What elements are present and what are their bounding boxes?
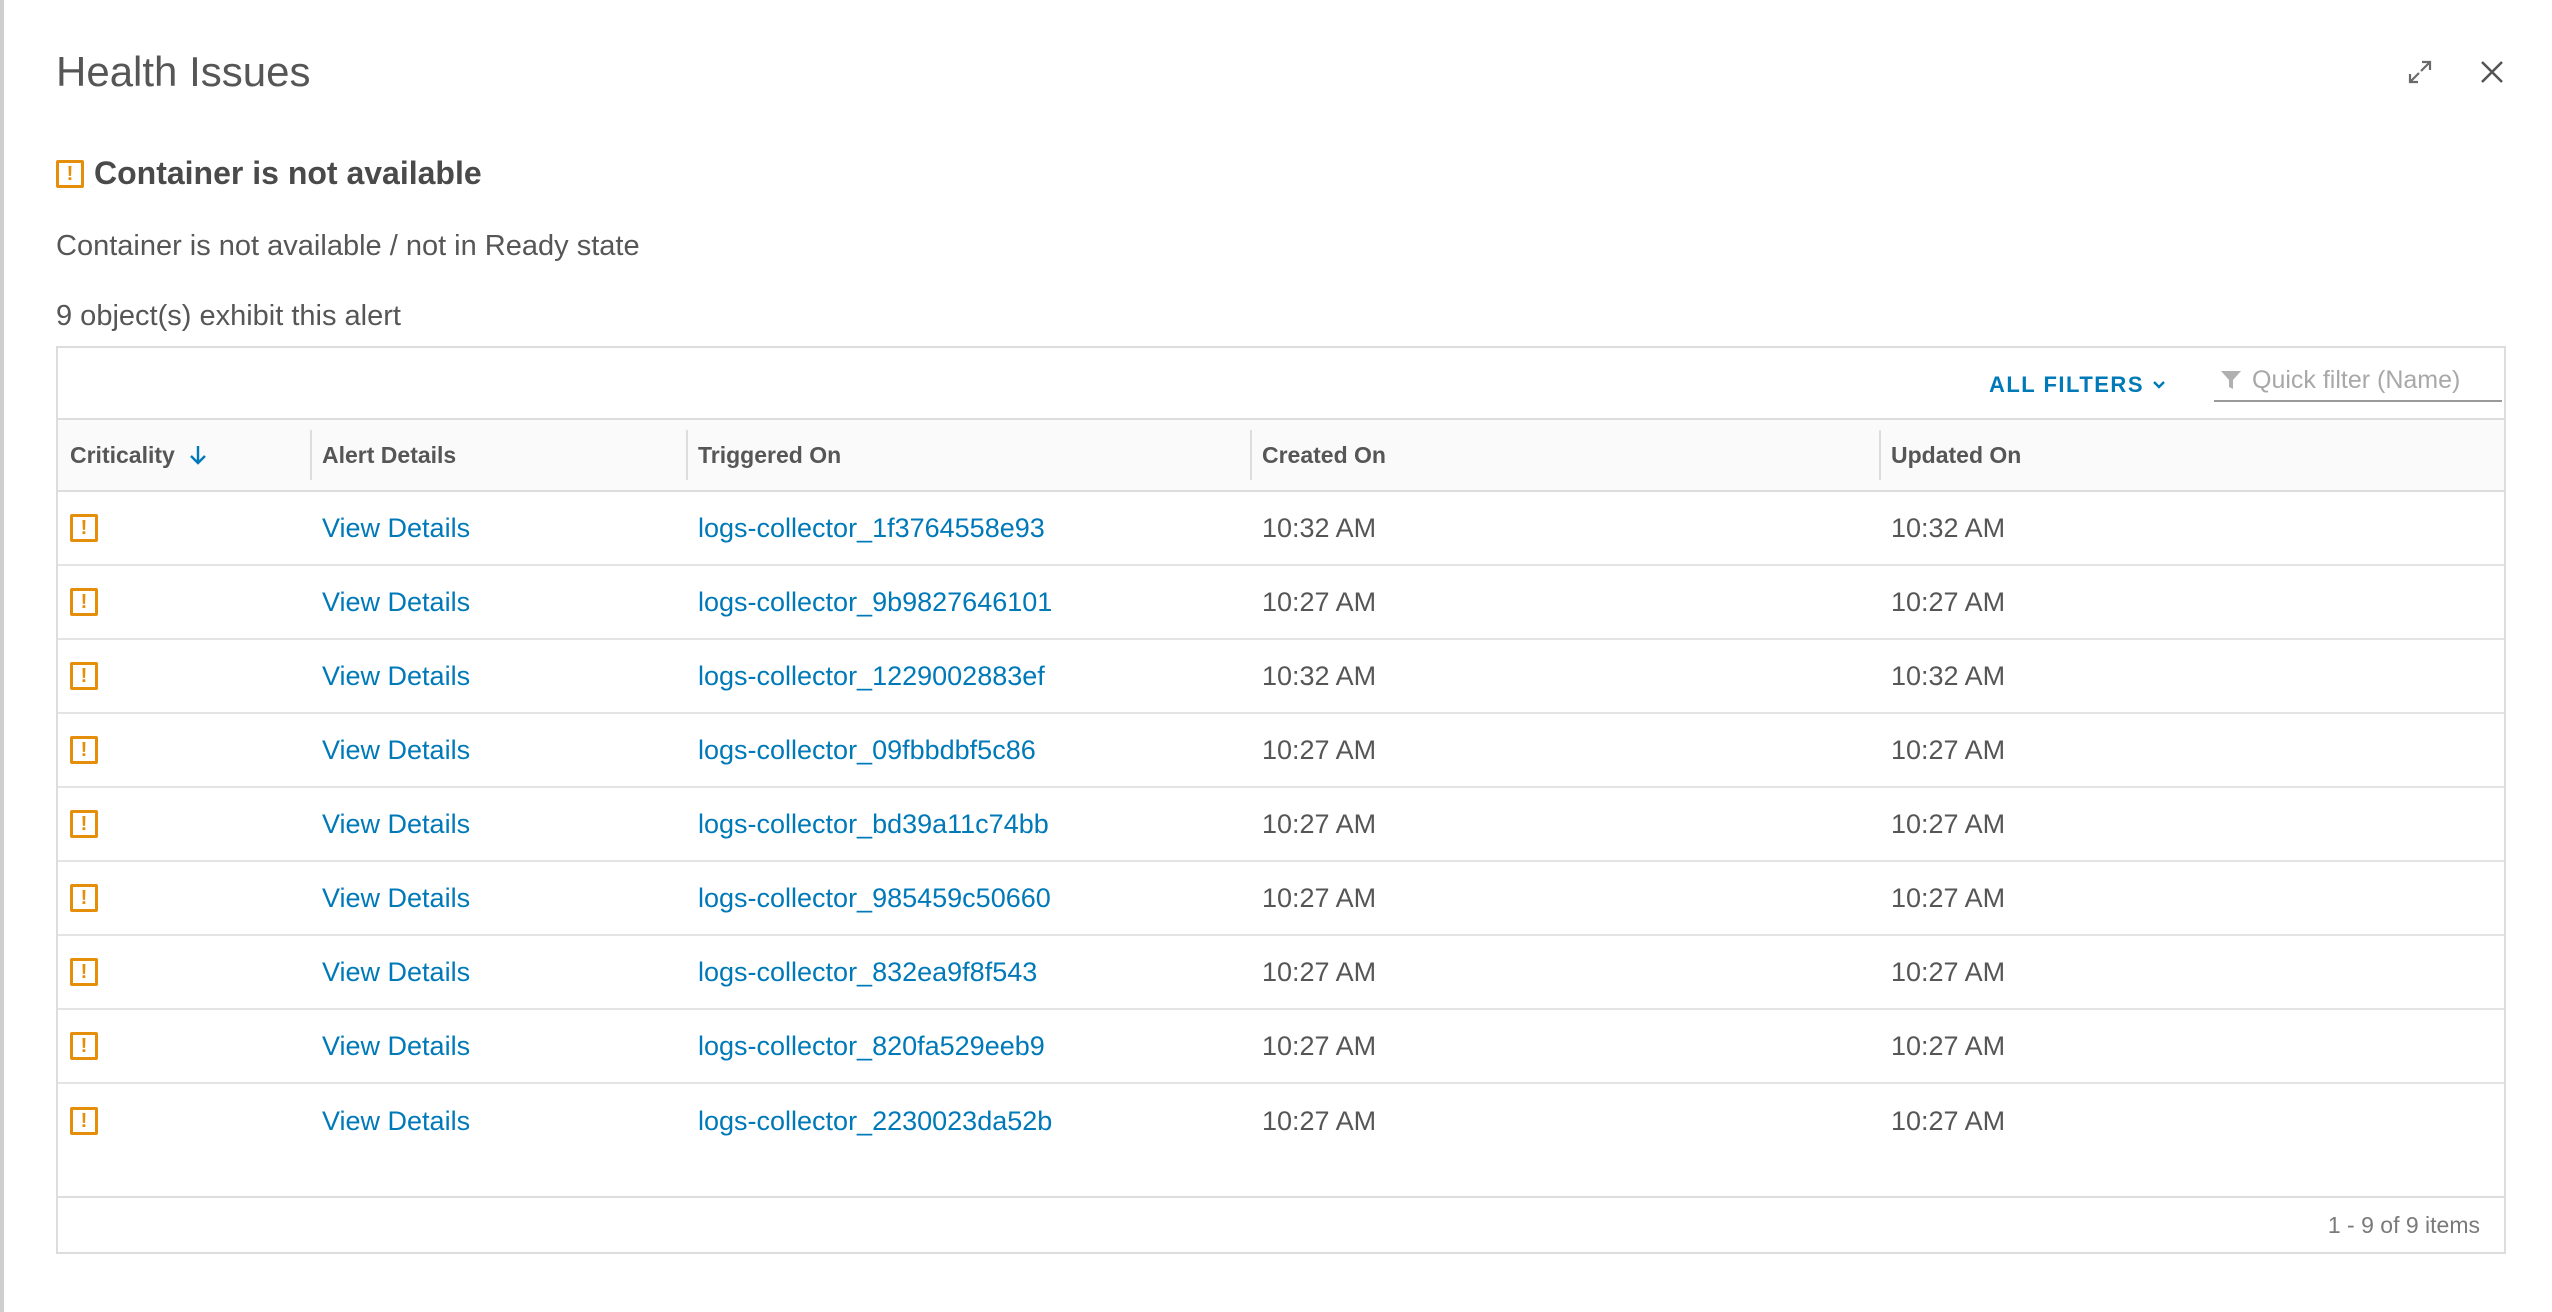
- created-on-value: 10:27 AM: [1262, 1030, 1377, 1061]
- triggered-on-link[interactable]: logs-collector_985459c50660: [698, 883, 1051, 914]
- updated-on-value: 10:27 AM: [1891, 956, 2006, 987]
- view-details-link[interactable]: View Details: [322, 735, 470, 766]
- warning-icon: !: [70, 958, 98, 986]
- triggered-on-link[interactable]: logs-collector_1229002883ef: [698, 661, 1045, 692]
- pagination-summary: 1 - 9 of 9 items: [2327, 1211, 2480, 1238]
- view-details-link[interactable]: View Details: [322, 957, 470, 988]
- view-details-link[interactable]: View Details: [322, 661, 470, 692]
- table-row: ! View Details logs-collector_2230023da5…: [58, 1084, 2504, 1158]
- quick-filter[interactable]: [2214, 360, 2502, 402]
- created-on-value: 10:32 AM: [1262, 512, 1377, 543]
- warning-icon: !: [70, 588, 98, 616]
- all-filters-button[interactable]: ALL FILTERS: [1989, 372, 2166, 398]
- updated-on-value: 10:27 AM: [1891, 808, 2006, 839]
- column-header-criticality[interactable]: Criticality: [58, 420, 310, 490]
- column-header-triggered-on[interactable]: Triggered On: [686, 420, 1250, 490]
- alert-title-row: ! Container is not available: [56, 155, 482, 192]
- created-on-value: 10:32 AM: [1262, 660, 1377, 691]
- chevron-down-icon: [2153, 381, 2165, 389]
- column-header-alert-details[interactable]: Alert Details: [310, 420, 686, 490]
- grid-footer: 1 - 9 of 9 items: [58, 1196, 2504, 1252]
- triggered-on-link[interactable]: logs-collector_bd39a11c74bb: [698, 809, 1049, 840]
- triggered-on-link[interactable]: logs-collector_1f3764558e93: [698, 513, 1045, 544]
- table-header: Criticality Alert Details Triggered On C…: [58, 420, 2504, 492]
- table-row: ! View Details logs-collector_9b98276461…: [58, 566, 2504, 640]
- alerts-datagrid: ALL FILTERS Criticality: [56, 346, 2506, 1254]
- table-row: ! View Details logs-collector_09fbbdbf5c…: [58, 714, 2504, 788]
- warning-icon: !: [70, 810, 98, 838]
- grid-toolbar: ALL FILTERS: [58, 348, 2504, 420]
- created-on-value: 10:27 AM: [1262, 882, 1377, 913]
- warning-icon: !: [70, 662, 98, 690]
- expand-icon[interactable]: [2400, 52, 2440, 92]
- view-details-link[interactable]: View Details: [322, 883, 470, 914]
- sort-descending-icon[interactable]: [189, 445, 207, 465]
- close-icon[interactable]: [2472, 52, 2512, 92]
- triggered-on-link[interactable]: logs-collector_9b9827646101: [698, 587, 1052, 618]
- health-issues-dialog: Health Issues ! Container is not availab…: [0, 0, 2552, 1312]
- triggered-on-link[interactable]: logs-collector_820fa529eeb9: [698, 1031, 1045, 1062]
- table-row: ! View Details logs-collector_985459c506…: [58, 862, 2504, 936]
- updated-on-value: 10:27 AM: [1891, 1030, 2006, 1061]
- created-on-value: 10:27 AM: [1262, 586, 1377, 617]
- warning-icon: !: [70, 514, 98, 542]
- updated-on-value: 10:27 AM: [1891, 586, 2006, 617]
- warning-icon: !: [70, 1107, 98, 1135]
- warning-icon: !: [70, 736, 98, 764]
- filter-icon: [2221, 371, 2241, 389]
- triggered-on-link[interactable]: logs-collector_09fbbdbf5c86: [698, 735, 1036, 766]
- view-details-link[interactable]: View Details: [322, 587, 470, 618]
- object-count: 9 object(s) exhibit this alert: [56, 300, 401, 332]
- warning-icon: !: [56, 159, 84, 188]
- view-details-link[interactable]: View Details: [322, 1106, 470, 1137]
- view-details-link[interactable]: View Details: [322, 1031, 470, 1062]
- created-on-value: 10:27 AM: [1262, 808, 1377, 839]
- warning-icon: !: [70, 1032, 98, 1060]
- created-on-value: 10:27 AM: [1262, 734, 1377, 765]
- table-row: ! View Details logs-collector_1229002883…: [58, 640, 2504, 714]
- dialog-header-actions: [2400, 52, 2512, 92]
- table-row: ! View Details logs-collector_832ea9f8f5…: [58, 936, 2504, 1010]
- column-header-updated-on[interactable]: Updated On: [1879, 420, 2504, 490]
- updated-on-value: 10:27 AM: [1891, 1105, 2006, 1136]
- dialog-title: Health Issues: [56, 48, 311, 95]
- table-row: ! View Details logs-collector_1f3764558e…: [58, 492, 2504, 566]
- updated-on-value: 10:27 AM: [1891, 882, 2006, 913]
- created-on-value: 10:27 AM: [1262, 1105, 1377, 1136]
- warning-icon: !: [70, 884, 98, 912]
- table-row: ! View Details logs-collector_820fa529ee…: [58, 1010, 2504, 1084]
- triggered-on-link[interactable]: logs-collector_2230023da52b: [698, 1106, 1052, 1137]
- quick-filter-input[interactable]: [2250, 364, 2494, 396]
- alert-description: Container is not available / not in Read…: [56, 230, 640, 262]
- table-body: ! View Details logs-collector_1f3764558e…: [58, 492, 2504, 1158]
- view-details-link[interactable]: View Details: [322, 809, 470, 840]
- alert-title: Container is not available: [94, 155, 482, 191]
- updated-on-value: 10:27 AM: [1891, 734, 2006, 765]
- updated-on-value: 10:32 AM: [1891, 660, 2006, 691]
- view-details-link[interactable]: View Details: [322, 513, 470, 544]
- all-filters-label: ALL FILTERS: [1988, 372, 2144, 397]
- created-on-value: 10:27 AM: [1262, 956, 1377, 987]
- column-header-created-on[interactable]: Created On: [1250, 420, 1879, 490]
- triggered-on-link[interactable]: logs-collector_832ea9f8f543: [698, 957, 1037, 988]
- table-row: ! View Details logs-collector_bd39a11c74…: [58, 788, 2504, 862]
- updated-on-value: 10:32 AM: [1891, 512, 2006, 543]
